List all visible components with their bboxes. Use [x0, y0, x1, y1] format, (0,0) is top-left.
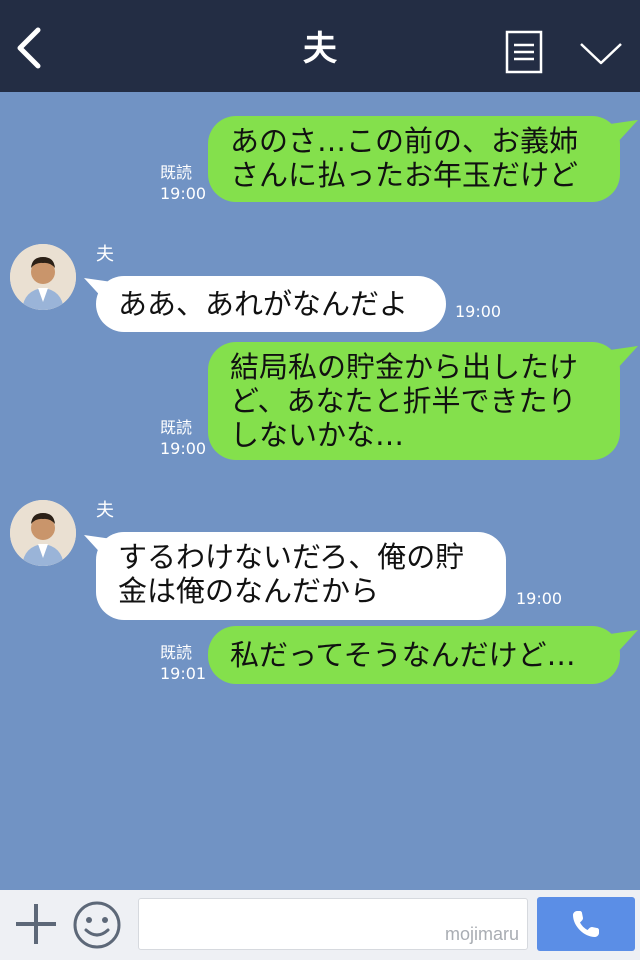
read-receipt: 既読 19:01 [160, 643, 207, 683]
message-bubble-outgoing[interactable]: 私だってそうなんだけど… [208, 626, 620, 684]
message-time: 19:00 [455, 302, 502, 321]
read-receipt: 既読 19:00 [160, 163, 207, 203]
message-bubble-incoming[interactable]: ああ、あれがなんだよ [96, 276, 446, 332]
message-bubble-outgoing[interactable]: あのさ…この前の、お義姉 さんに払ったお年玉だけど [208, 116, 620, 202]
sender-name: 夫 [96, 500, 114, 521]
smiley-icon[interactable] [72, 900, 122, 950]
chevron-left-icon[interactable] [14, 26, 44, 70]
chat-title: 夫 [303, 29, 337, 69]
phone-icon [573, 911, 599, 937]
watermark-text: mojimaru [444, 924, 519, 944]
chat-header: 夫 [0, 0, 640, 92]
person-icon [10, 500, 76, 566]
message-bubble-incoming[interactable]: するわけないだろ、俺の貯 金は俺のなんだから [96, 532, 506, 620]
avatar[interactable] [10, 244, 76, 310]
plus-icon[interactable] [14, 900, 58, 948]
avatar[interactable] [10, 500, 76, 566]
person-icon [10, 244, 76, 310]
call-button[interactable] [537, 897, 635, 951]
read-receipt: 既読 19:00 [160, 418, 207, 458]
message-list[interactable]: 既読 19:00 あのさ…この前の、お義姉 さんに払ったお年玉だけど 夫 ああ、… [0, 92, 640, 890]
sender-name: 夫 [96, 244, 114, 265]
chevron-down-icon[interactable] [578, 38, 624, 68]
list-icon[interactable] [505, 30, 543, 74]
message-bubble-outgoing[interactable]: 結局私の貯金から出したけ ど、あなたと折半できたり しないかな… [208, 342, 620, 460]
message-time: 19:00 [516, 589, 563, 608]
message-input[interactable]: mojimaru [138, 898, 528, 950]
